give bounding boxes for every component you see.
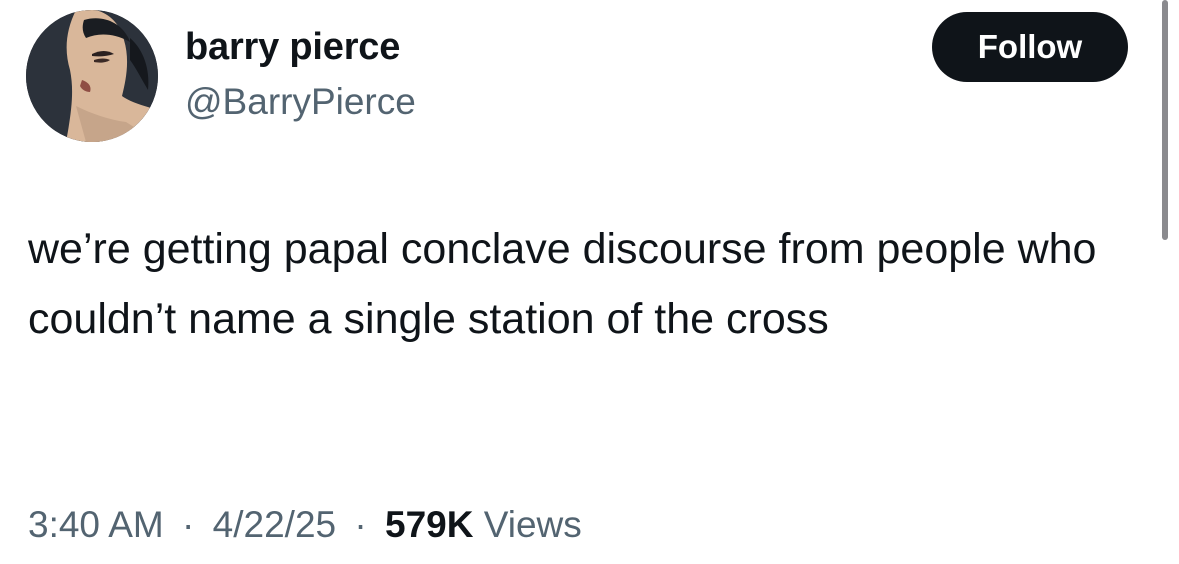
user-handle[interactable]: @BarryPierce	[185, 80, 416, 124]
scrollbar[interactable]	[1162, 0, 1168, 240]
avatar[interactable]	[26, 10, 158, 142]
views-label: Views	[483, 504, 582, 545]
tweet-text: we’re getting papal conclave discourse f…	[28, 225, 1097, 343]
meta-separator: ·	[354, 504, 367, 545]
follow-button[interactable]: Follow	[932, 12, 1128, 82]
display-name[interactable]: barry pierce	[185, 24, 400, 70]
tweet-date[interactable]: 4/22/25	[213, 504, 336, 545]
views-count[interactable]: 579K	[385, 504, 473, 545]
meta-separator: ·	[182, 504, 195, 545]
tweet-metadata: 3:40 AM · 4/22/25 · 579K Views	[28, 500, 582, 550]
avatar-portrait-image	[26, 10, 158, 142]
tweet-time[interactable]: 3:40 AM	[28, 504, 164, 545]
